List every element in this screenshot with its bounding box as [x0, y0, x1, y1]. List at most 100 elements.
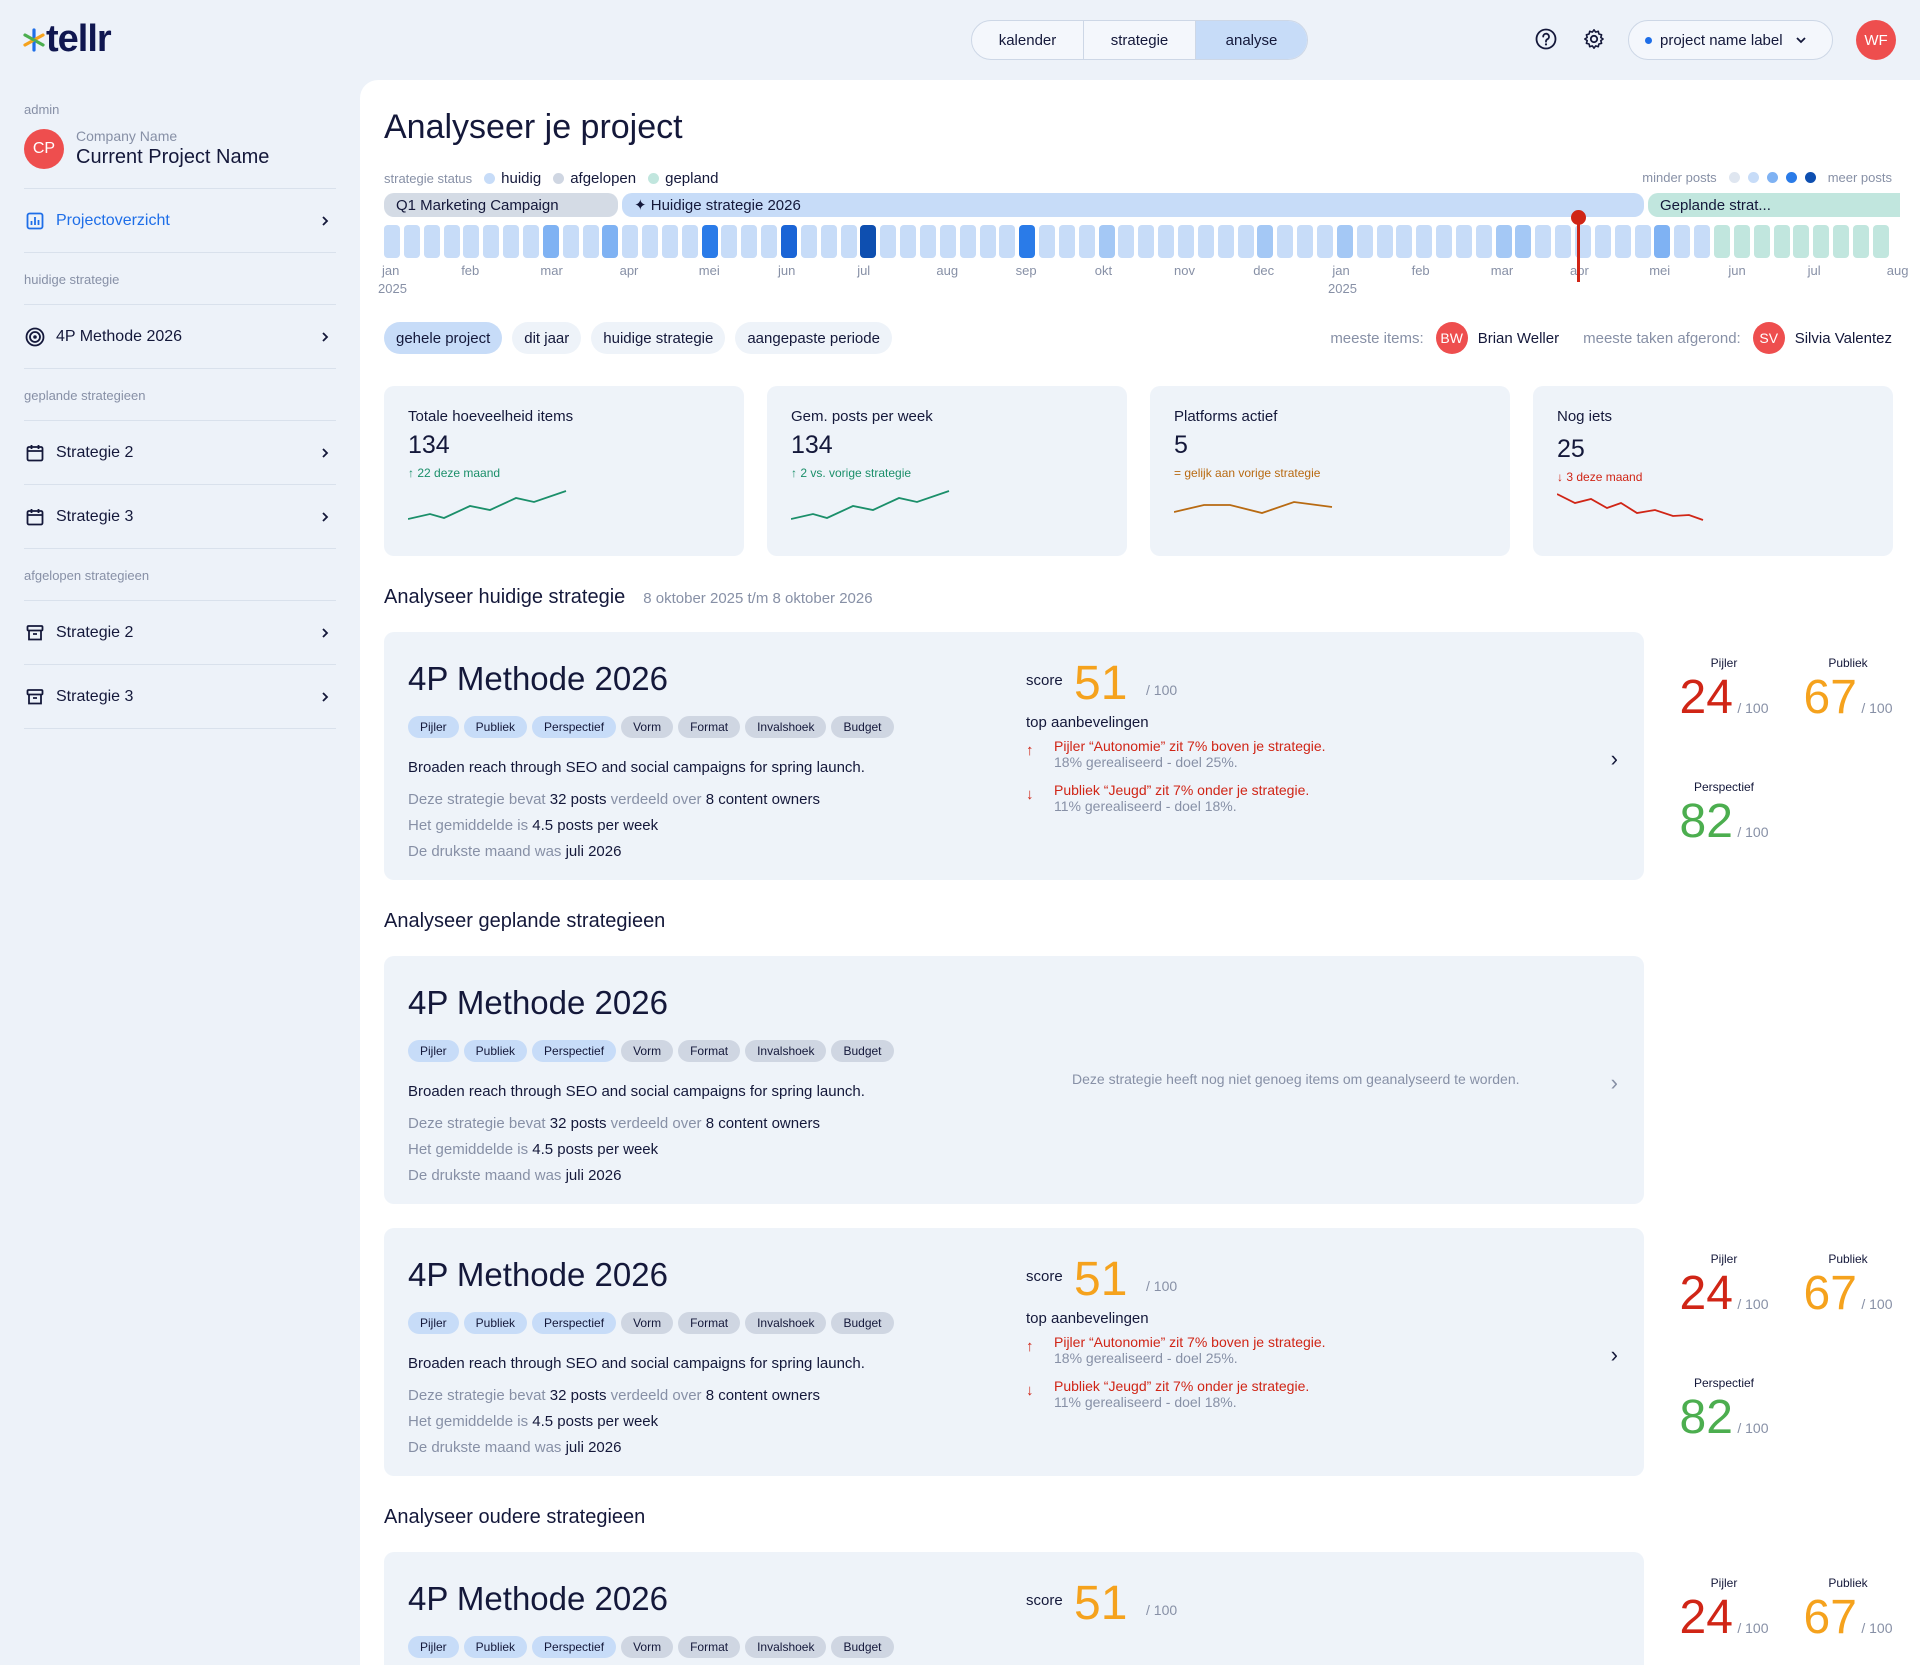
- week-cell[interactable]: [1654, 225, 1671, 258]
- week-cell[interactable]: [1297, 225, 1314, 258]
- week-cell[interactable]: [403, 225, 420, 258]
- strategy-card-planned-1[interactable]: 4P Methode 2026 Pijler Publiek Perspecti…: [384, 956, 1644, 1204]
- company-block[interactable]: CP Company Name Current Project Name: [24, 128, 269, 169]
- week-cell[interactable]: [1833, 225, 1850, 258]
- week-cell[interactable]: [1356, 225, 1373, 258]
- week-cell[interactable]: [1277, 225, 1294, 258]
- week-cell[interactable]: [1396, 225, 1413, 258]
- week-cell[interactable]: [1118, 225, 1135, 258]
- week-cell[interactable]: [800, 225, 817, 258]
- week-cell[interactable]: [503, 225, 520, 258]
- filter-huidige-strategie[interactable]: huidige strategie: [591, 322, 726, 354]
- timeline-bar-current[interactable]: ✦ Huidige strategie 2026: [622, 193, 1644, 217]
- week-cell[interactable]: [1455, 225, 1472, 258]
- week-cell[interactable]: [959, 225, 976, 258]
- filter-dit-jaar[interactable]: dit jaar: [512, 322, 582, 354]
- week-cell[interactable]: [919, 225, 936, 258]
- week-cell[interactable]: [1336, 225, 1353, 258]
- week-cell[interactable]: [1594, 225, 1611, 258]
- week-cell[interactable]: [443, 225, 460, 258]
- week-cell[interactable]: [979, 225, 996, 258]
- project-select[interactable]: project name label: [1628, 20, 1833, 60]
- week-cell[interactable]: [1614, 225, 1631, 258]
- week-cell[interactable]: [1237, 225, 1254, 258]
- week-cell[interactable]: [681, 225, 698, 258]
- timeline-bar-past[interactable]: Q1 Marketing Campaign: [384, 193, 618, 217]
- week-cell[interactable]: [1217, 225, 1234, 258]
- strategy-card-planned-2[interactable]: 4P Methode 2026 Pijler Publiek Perspecti…: [384, 1228, 1644, 1476]
- week-cell[interactable]: [1555, 225, 1572, 258]
- strategy-card-current[interactable]: 4P Methode 2026 Pijler Publiek Perspecti…: [384, 632, 1644, 880]
- settings-gear-icon[interactable]: [1583, 28, 1605, 50]
- tab-kalender[interactable]: kalender: [972, 21, 1084, 59]
- week-cell[interactable]: [1634, 225, 1651, 258]
- week-cell[interactable]: [602, 225, 619, 258]
- chevron-right-icon[interactable]: ›: [1611, 1342, 1618, 1368]
- sidebar-item-planned-1[interactable]: Strategie 2: [24, 430, 336, 476]
- contributor-avatar[interactable]: BW: [1435, 322, 1468, 354]
- week-cell[interactable]: [820, 225, 837, 258]
- week-cell[interactable]: [900, 225, 917, 258]
- filter-aangepaste-periode[interactable]: aangepaste periode: [735, 322, 892, 354]
- week-cell[interactable]: [642, 225, 659, 258]
- week-cell[interactable]: [1436, 225, 1453, 258]
- week-cell[interactable]: [384, 225, 400, 258]
- week-cell[interactable]: [622, 225, 639, 258]
- week-cell[interactable]: [1197, 225, 1214, 258]
- week-cell[interactable]: [1674, 225, 1691, 258]
- user-avatar[interactable]: WF: [1856, 20, 1896, 60]
- week-cell[interactable]: [542, 225, 559, 258]
- week-cell[interactable]: [1475, 225, 1492, 258]
- tab-strategie[interactable]: strategie: [1084, 21, 1196, 59]
- week-cell[interactable]: [741, 225, 758, 258]
- week-cell[interactable]: [1376, 225, 1393, 258]
- week-cell[interactable]: [1872, 225, 1889, 258]
- week-cell[interactable]: [423, 225, 440, 258]
- filter-gehele-project[interactable]: gehele project: [384, 322, 503, 354]
- week-cell[interactable]: [1316, 225, 1333, 258]
- contributor-avatar[interactable]: SV: [1752, 322, 1785, 354]
- week-cell[interactable]: [761, 225, 778, 258]
- week-cell[interactable]: [781, 225, 797, 258]
- week-cell[interactable]: [721, 225, 738, 258]
- week-cell[interactable]: [661, 225, 678, 258]
- week-cell[interactable]: [463, 225, 480, 258]
- week-cell[interactable]: [1713, 225, 1730, 258]
- week-cell[interactable]: [840, 225, 857, 258]
- sidebar-item-current-strategy[interactable]: 4P Methode 2026: [24, 314, 336, 360]
- week-cell[interactable]: [582, 225, 599, 258]
- week-cell[interactable]: [1019, 225, 1036, 258]
- week-cell[interactable]: [1257, 225, 1274, 258]
- week-cell[interactable]: [1138, 225, 1155, 258]
- tab-analyse[interactable]: analyse: [1196, 21, 1307, 59]
- week-cell[interactable]: [1158, 225, 1175, 258]
- chevron-right-icon[interactable]: ›: [1611, 746, 1618, 772]
- tellr-logo[interactable]: tellr: [22, 18, 112, 61]
- sidebar-item-past-1[interactable]: Strategie 2: [24, 610, 336, 656]
- week-cell[interactable]: [860, 225, 877, 258]
- week-cell[interactable]: [1793, 225, 1810, 258]
- week-cell[interactable]: [1058, 225, 1075, 258]
- week-cell[interactable]: [1813, 225, 1830, 258]
- week-cell[interactable]: [1178, 225, 1194, 258]
- help-icon[interactable]: [1535, 28, 1557, 50]
- week-cell[interactable]: [701, 225, 718, 258]
- week-cell[interactable]: [1039, 225, 1056, 258]
- week-cell[interactable]: [483, 225, 500, 258]
- week-cell[interactable]: [1852, 225, 1869, 258]
- sidebar-item-planned-2[interactable]: Strategie 3: [24, 494, 336, 540]
- week-cell[interactable]: [880, 225, 897, 258]
- week-cell[interactable]: [522, 225, 539, 258]
- week-cell[interactable]: [562, 225, 579, 258]
- week-cell[interactable]: [1753, 225, 1770, 258]
- week-cell[interactable]: [939, 225, 956, 258]
- week-cell[interactable]: [1098, 225, 1115, 258]
- week-cell[interactable]: [1694, 225, 1711, 258]
- week-cell[interactable]: [999, 225, 1016, 258]
- timeline-bar-planned[interactable]: Geplande strat...: [1648, 193, 1900, 217]
- week-cell[interactable]: [1535, 225, 1552, 258]
- week-cell[interactable]: [1515, 225, 1532, 258]
- chevron-right-icon[interactable]: ›: [1611, 1070, 1618, 1096]
- week-cell[interactable]: [1733, 225, 1750, 258]
- week-cell[interactable]: [1773, 225, 1790, 258]
